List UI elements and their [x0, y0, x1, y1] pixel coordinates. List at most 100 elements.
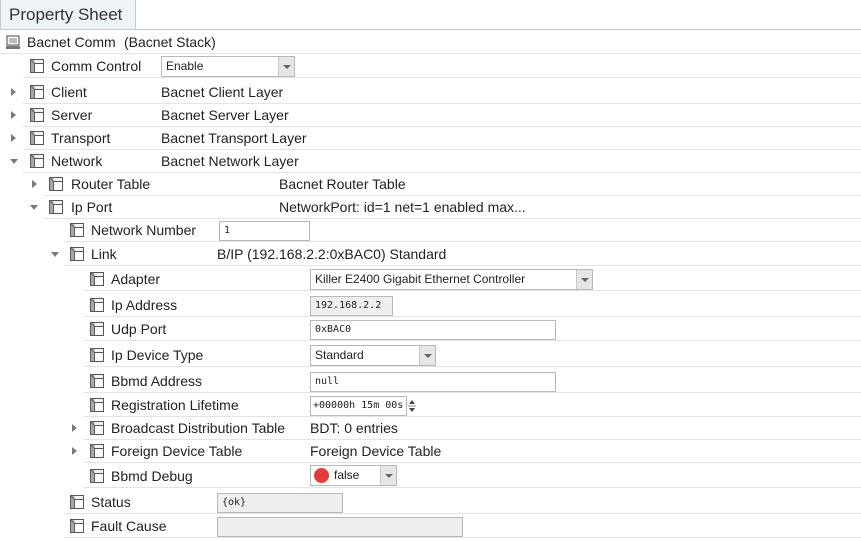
- transport-label: Transport: [51, 130, 111, 146]
- cube-icon: [69, 246, 85, 262]
- fault-cause-label: Fault Cause: [91, 518, 167, 534]
- adapter-value: Killer E2400 Gigabit Ethernet Controller: [315, 272, 526, 286]
- prop-row-network-number: Network Number 1: [0, 219, 861, 242]
- prop-row-registration-lifetime: Registration Lifetime +00000h 15m 00s: [0, 394, 861, 417]
- bbmd-debug-label: Bbmd Debug: [111, 468, 193, 484]
- root-type: (Bacnet Stack): [124, 34, 216, 50]
- cube-icon: [29, 130, 45, 146]
- tree-row-link[interactable]: Link B/IP (192.168.2.2:0xBAC0) Standard: [0, 243, 861, 266]
- cube-icon: [69, 494, 85, 510]
- status-field[interactable]: {ok}: [217, 493, 343, 513]
- transport-value: Bacnet Transport Layer: [161, 130, 307, 146]
- cube-icon: [89, 468, 105, 484]
- ip-port-value: NetworkPort: id=1 net=1 enabled max...: [279, 199, 526, 215]
- cube-icon: [89, 347, 105, 363]
- cube-icon: [29, 153, 45, 169]
- registration-lifetime-field[interactable]: +00000h 15m 00s: [310, 396, 407, 416]
- cube-icon: [69, 518, 85, 534]
- comm-control-label: Comm Control: [51, 58, 142, 74]
- bbmd-address-label: Bbmd Address: [111, 373, 203, 389]
- udp-port-label: Udp Port: [111, 321, 167, 337]
- client-label: Client: [51, 84, 87, 100]
- ip-address-label: Ip Address: [111, 297, 178, 313]
- cube-icon: [89, 297, 105, 313]
- cube-icon: [29, 84, 45, 100]
- triangle-right-icon[interactable]: [32, 180, 37, 188]
- ip-device-type-label: Ip Device Type: [111, 347, 204, 363]
- cube-icon: [89, 397, 105, 413]
- udp-port-field[interactable]: 0xBAC0: [310, 320, 556, 340]
- prop-row-ip-address: Ip Address 192.168.2.2: [0, 294, 861, 317]
- bbmd-debug-value: false: [334, 468, 360, 482]
- link-value: B/IP (192.168.2.2:0xBAC0) Standard: [217, 246, 447, 262]
- stack-icon: [6, 35, 20, 49]
- ip-device-type-value: Standard: [315, 348, 364, 362]
- client-value: Bacnet Client Layer: [161, 84, 284, 100]
- chevron-down-icon[interactable]: [380, 466, 396, 485]
- tree-row-server[interactable]: Server Bacnet Server Layer: [0, 104, 861, 127]
- tree-row-transport[interactable]: Transport Bacnet Transport Layer: [0, 127, 861, 150]
- tree-row-network[interactable]: Network Bacnet Network Layer: [0, 150, 861, 173]
- tab-bar: Property Sheet: [0, 0, 861, 30]
- tree-row-fdt[interactable]: Foreign Device Table Foreign Device Tabl…: [0, 440, 861, 463]
- triangle-down-icon[interactable]: [10, 159, 18, 164]
- tree-row-router-table[interactable]: Router Table Bacnet Router Table: [0, 173, 861, 196]
- prop-row-ip-device-type: Ip Device Type Standard: [0, 344, 861, 367]
- bbmd-address-field[interactable]: null: [310, 372, 556, 392]
- prop-row-adapter: Adapter Killer E2400 Gigabit Ethernet Co…: [0, 268, 861, 291]
- chevron-down-icon[interactable]: [278, 57, 294, 76]
- triangle-right-icon[interactable]: [11, 111, 16, 119]
- triangle-down-icon[interactable]: [51, 252, 59, 257]
- red-circle-icon: [314, 468, 329, 483]
- comm-control-select[interactable]: Enable: [161, 56, 295, 77]
- ip-address-field[interactable]: 192.168.2.2: [310, 296, 393, 316]
- prop-row-bbmd-debug: Bbmd Debug false: [0, 465, 861, 488]
- cube-icon: [69, 222, 85, 238]
- cube-icon: [29, 58, 45, 74]
- bbmd-debug-select[interactable]: false: [310, 465, 397, 486]
- cube-icon: [48, 176, 64, 192]
- chevron-down-icon[interactable]: [419, 346, 435, 365]
- network-number-label: Network Number: [91, 222, 197, 238]
- status-label: Status: [91, 494, 131, 510]
- triangle-right-icon[interactable]: [72, 424, 77, 432]
- network-value: Bacnet Network Layer: [161, 153, 299, 169]
- spinner-icon[interactable]: [407, 398, 417, 414]
- tree-row-client[interactable]: Client Bacnet Client Layer: [0, 81, 861, 104]
- tree-row-bdt[interactable]: Broadcast Distribution Table BDT: 0 entr…: [0, 417, 861, 440]
- triangle-right-icon[interactable]: [11, 134, 16, 142]
- server-label: Server: [51, 107, 93, 123]
- server-value: Bacnet Server Layer: [161, 107, 289, 123]
- network-label: Network: [51, 153, 103, 169]
- bdt-label: Broadcast Distribution Table: [111, 420, 286, 436]
- registration-lifetime-label: Registration Lifetime: [111, 397, 239, 413]
- prop-row-comm-control: Comm Control Enable: [0, 55, 861, 78]
- triangle-down-icon[interactable]: [30, 205, 38, 210]
- triangle-right-icon[interactable]: [72, 447, 77, 455]
- bdt-value: BDT: 0 entries: [310, 420, 398, 436]
- fault-cause-field[interactable]: [217, 517, 463, 537]
- cube-icon: [89, 321, 105, 337]
- triangle-right-icon[interactable]: [11, 88, 16, 96]
- cube-icon: [89, 271, 105, 287]
- prop-row-udp-port: Udp Port 0xBAC0: [0, 318, 861, 341]
- router-table-label: Router Table: [71, 176, 151, 192]
- tree-row-bacnet-comm[interactable]: Bacnet Comm (Bacnet Stack): [0, 31, 861, 54]
- adapter-label: Adapter: [111, 271, 161, 287]
- ip-device-type-select[interactable]: Standard: [310, 345, 436, 366]
- link-label: Link: [91, 246, 117, 262]
- cube-icon: [48, 199, 64, 215]
- tree-row-ip-port[interactable]: Ip Port NetworkPort: id=1 net=1 enabled …: [0, 196, 861, 219]
- adapter-select[interactable]: Killer E2400 Gigabit Ethernet Controller: [310, 269, 593, 290]
- chevron-down-icon[interactable]: [576, 270, 592, 289]
- cube-icon: [89, 420, 105, 436]
- root-label: Bacnet Comm: [27, 34, 116, 50]
- prop-row-fault-cause: Fault Cause: [0, 515, 861, 538]
- fdt-value: Foreign Device Table: [310, 443, 442, 459]
- network-number-field[interactable]: 1: [219, 221, 310, 241]
- router-table-value: Bacnet Router Table: [279, 176, 406, 192]
- tab-property-sheet[interactable]: Property Sheet: [0, 0, 136, 29]
- comm-control-value: Enable: [166, 59, 204, 73]
- prop-row-bbmd-address: Bbmd Address null: [0, 370, 861, 393]
- cube-icon: [89, 373, 105, 389]
